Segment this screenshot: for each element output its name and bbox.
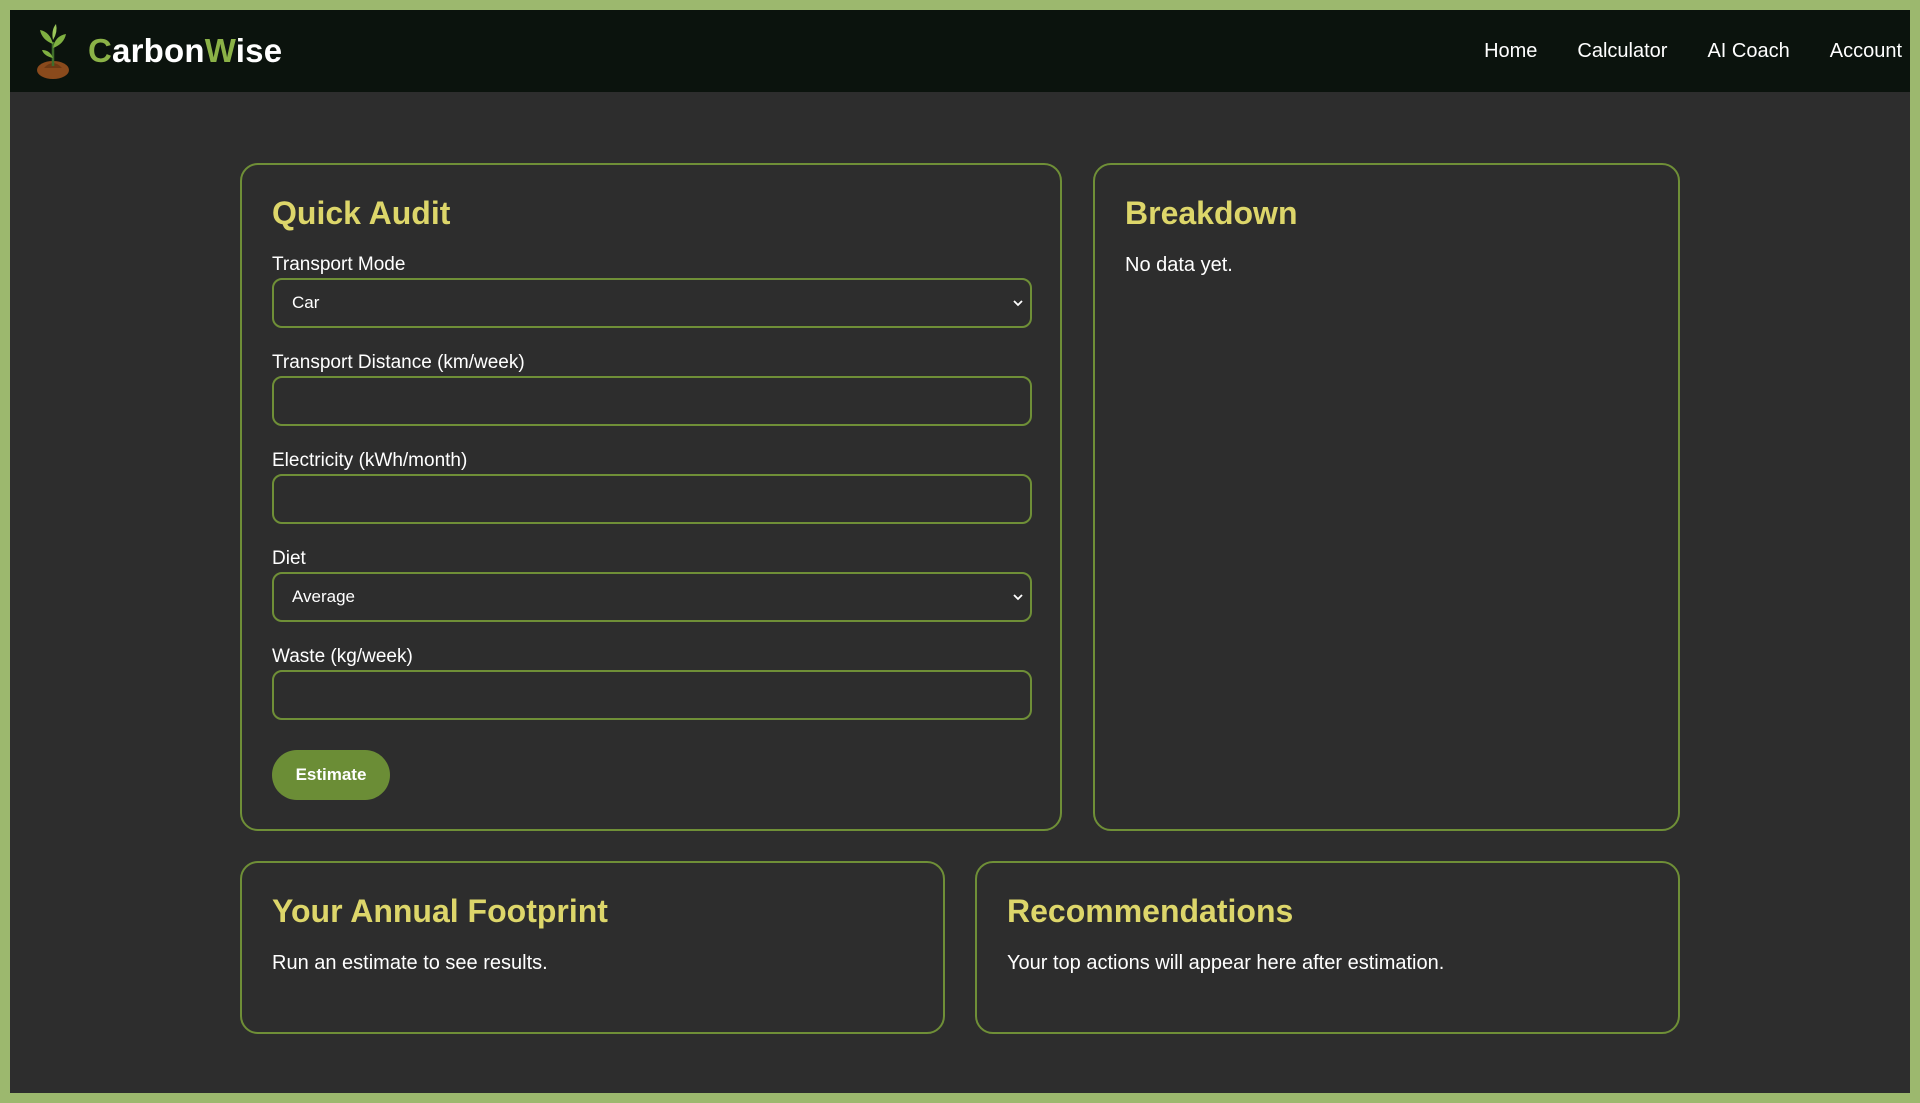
brand-text-2: ise <box>235 32 283 69</box>
nav-account[interactable]: Account <box>1830 40 1902 63</box>
quick-audit-card: Quick Audit Transport Mode Car Transport… <box>240 163 1062 831</box>
brand-letter-w: W <box>204 32 236 69</box>
nav-home[interactable]: Home <box>1484 40 1537 63</box>
annual-footprint-title: Your Annual Footprint <box>272 893 608 929</box>
quick-audit-title: Quick Audit <box>272 195 451 231</box>
nav-links: Home Calculator AI Coach Account <box>1484 10 1910 92</box>
brand-name: CarbonWise <box>88 32 282 70</box>
brand-text-1: arbon <box>112 32 205 69</box>
recommendations-text: Your top actions will appear here after … <box>1007 952 1445 974</box>
sprout-logo-icon <box>37 24 69 79</box>
annual-footprint-text: Run an estimate to see results. <box>272 952 548 974</box>
diet-label: Diet <box>272 548 306 569</box>
waste-label: Waste (kg/week) <box>272 646 413 667</box>
breakdown-title: Breakdown <box>1125 195 1298 231</box>
brand[interactable]: CarbonWise <box>34 22 282 80</box>
app-frame: CarbonWise Home Calculator AI Coach Acco… <box>10 10 1910 1093</box>
recommendations-card: Recommendations Your top actions will ap… <box>975 861 1680 1034</box>
electricity-label: Electricity (kWh/month) <box>272 450 468 471</box>
nav-ai-coach[interactable]: AI Coach <box>1707 40 1789 63</box>
transport-distance-label: Transport Distance (km/week) <box>272 352 525 373</box>
transport-mode-label: Transport Mode <box>272 254 406 275</box>
waste-input[interactable] <box>272 670 1032 720</box>
transport-mode-select[interactable]: Car <box>272 278 1032 328</box>
transport-distance-input[interactable] <box>272 376 1032 426</box>
breakdown-card: Breakdown No data yet. <box>1093 163 1680 831</box>
transport-mode-value: Car <box>292 293 320 312</box>
recommendations-title: Recommendations <box>1007 893 1294 929</box>
chevron-down-icon <box>1013 594 1023 601</box>
annual-footprint-card: Your Annual Footprint Run an estimate to… <box>240 861 945 1034</box>
estimate-button[interactable]: Estimate <box>272 750 390 800</box>
chevron-down-icon <box>1013 300 1023 307</box>
navbar: CarbonWise Home Calculator AI Coach Acco… <box>10 10 1910 92</box>
nav-calculator[interactable]: Calculator <box>1577 40 1667 63</box>
diet-select[interactable]: Average <box>272 572 1032 622</box>
breakdown-empty-text: No data yet. <box>1125 254 1233 276</box>
electricity-input[interactable] <box>272 474 1032 524</box>
brand-letter-c: C <box>88 32 113 69</box>
diet-value: Average <box>292 587 356 606</box>
